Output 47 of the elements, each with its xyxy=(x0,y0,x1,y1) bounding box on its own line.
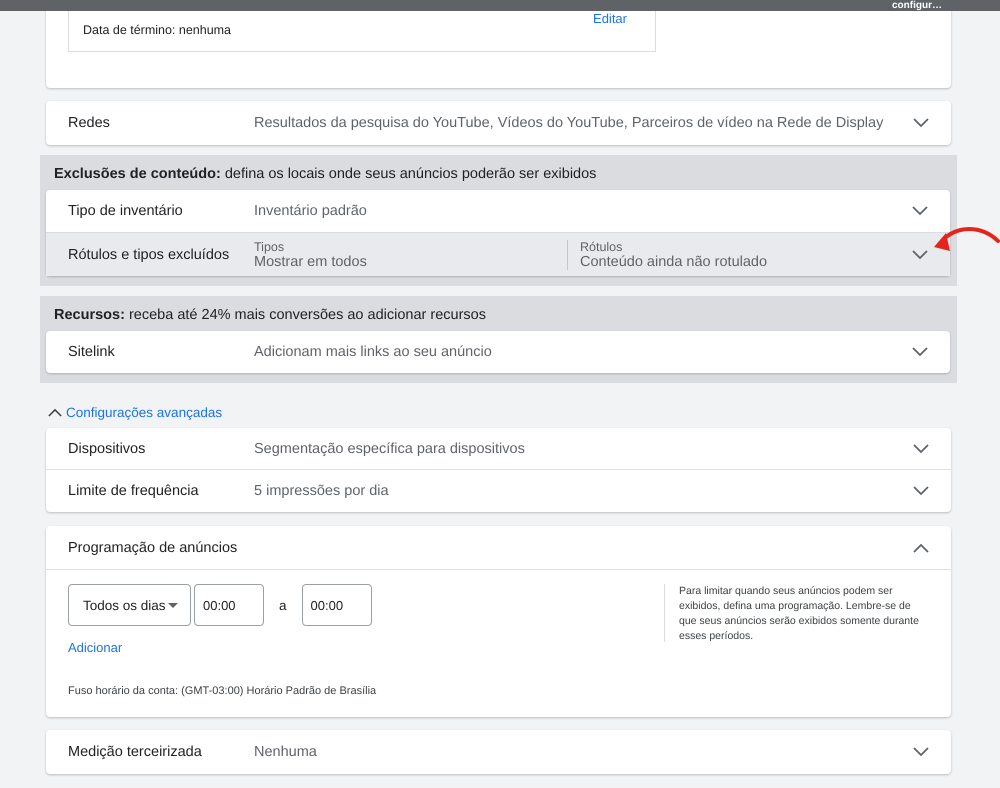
column-value: Conteúdo ainda não rotulado xyxy=(580,254,768,270)
row-label: Redes xyxy=(68,115,111,131)
setting-row[interactable]: Limite de frequência 5 impressões por dia xyxy=(46,470,951,512)
add-link[interactable]: Adicionar xyxy=(68,640,122,655)
chevron-icon[interactable] xyxy=(912,250,928,260)
row-value: Adicionam mais links ao seu anúncio xyxy=(254,344,493,360)
setting-row[interactable]: Sitelink Adicionam mais links ao seu anúncio xyxy=(46,331,950,373)
setting-row[interactable]: Tipo de inventário Inventário padrão xyxy=(46,190,950,232)
section-heading: Recursos: receba até 24% mais conversões ao adicionar recursos xyxy=(53,306,487,325)
separator-text: a xyxy=(279,598,287,612)
setting-row[interactable]: Dispositivos Segmentação específica para dispositivos xyxy=(46,428,951,470)
row-label: Dispositivos xyxy=(68,440,146,456)
chevron-icon[interactable] xyxy=(913,747,929,757)
chevron-icon[interactable] xyxy=(913,486,929,496)
chevron-icon[interactable] xyxy=(912,206,928,216)
row-label: Limite de frequência xyxy=(68,483,200,499)
networks-row[interactable]: Redes Resultados da pesquisa do YouTube, Vídeos do YouTube, Parceiros de vídeo na Rede de Display xyxy=(46,101,951,145)
caret-icon xyxy=(168,602,178,608)
column-value: Mostrar em todos xyxy=(254,254,368,270)
row-value: Nenhuma xyxy=(254,744,318,760)
section-heading: Exclusões de conteúdo: defina os locais onde seus anúncios poderão ser exibidos xyxy=(53,165,598,184)
day-dropdown[interactable]: Todos os dias xyxy=(68,584,191,626)
edit-link[interactable]: Editar xyxy=(593,11,627,26)
row-label: Rótulos e tipos excluídos xyxy=(68,246,230,262)
row-label: Sitelink xyxy=(68,344,116,360)
chevron-icon[interactable] xyxy=(913,444,929,454)
row-value: 5 impressões por dia xyxy=(254,483,390,499)
column-title: Rótulos xyxy=(580,240,624,254)
start-time-field[interactable]: 00:00 xyxy=(194,584,264,626)
column-title: Tipos xyxy=(254,240,286,254)
help-text: Para limitar quando seus anúncios podem ser exibidos, defina uma programação. Lembre-se de que seus anúncios serão exibidos somente durante esses períodos. xyxy=(664,584,929,642)
third-party-row[interactable]: Medição terceirizada Nenhuma xyxy=(46,730,951,774)
timezone-text: Fuso horário da conta: (GMT-03:00) Horário Padrão de Brasília xyxy=(68,685,378,697)
chevron-icon[interactable] xyxy=(913,542,929,552)
schedule-title: Programação de anúncios xyxy=(68,540,238,556)
row-label: Medição terceirizada xyxy=(68,744,203,760)
row-value: Resultados da pesquisa do YouTube, Vídeos do YouTube, Parceiros de vídeo na Rede de Display xyxy=(254,115,884,131)
chevron-icon[interactable] xyxy=(912,347,928,357)
row-value: Segmentação específica para dispositivos xyxy=(254,440,526,456)
row-value: Inventário padrão xyxy=(254,203,368,219)
end-date-text: Data de término: nenhuma xyxy=(83,23,232,37)
top-bar-label: configur… xyxy=(892,0,942,11)
end-time-field[interactable]: 00:00 xyxy=(302,584,372,626)
chevron-icon[interactable] xyxy=(913,118,929,128)
row-label: Tipo de inventário xyxy=(68,203,184,219)
setting-row[interactable]: Rótulos e tipos excluídos Tipos Mostrar em todos Rótulos Conteúdo ainda não rotulado xyxy=(46,232,950,276)
advanced-settings-toggle[interactable]: Configurações avançadas xyxy=(48,405,222,420)
